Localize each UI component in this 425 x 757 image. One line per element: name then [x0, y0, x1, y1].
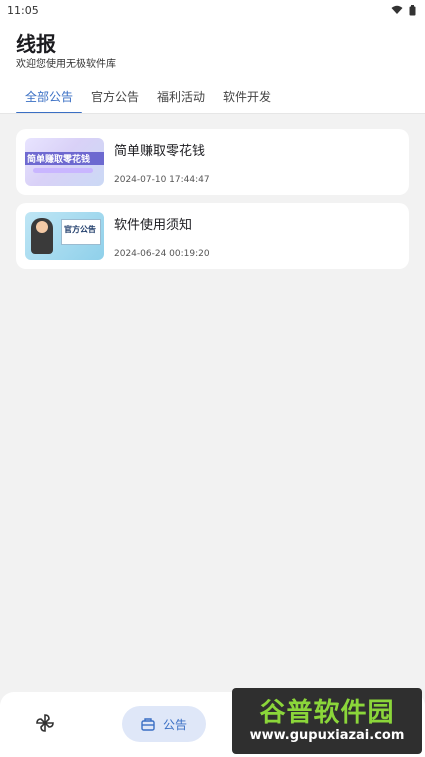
- post-body: 软件使用须知 2024-06-24 00:19:20: [114, 212, 400, 260]
- thumbnail-stripe: [33, 168, 93, 173]
- thumbnail-text: 官方公告: [64, 225, 96, 234]
- wifi-icon: [391, 5, 403, 14]
- tab-all[interactable]: 全部公告: [16, 86, 83, 114]
- post-date: 2024-06-24 00:19:20: [114, 249, 210, 259]
- status-icons: [391, 4, 416, 16]
- post-thumbnail: 官方公告: [25, 212, 104, 260]
- notice-box-icon: [141, 717, 155, 731]
- post-title: 软件使用须知: [114, 218, 193, 233]
- thumbnail-face: [36, 221, 48, 233]
- battery-icon: [409, 4, 416, 15]
- tab-bar: 全部公告 官方公告 福利活动 软件开发: [16, 86, 280, 114]
- status-bar: 11:05: [0, 0, 425, 20]
- tab-welfare[interactable]: 福利活动: [148, 86, 214, 114]
- page-subtitle: 欢迎您使用无极软件库: [16, 59, 116, 70]
- nav-notice-button[interactable]: 公告: [122, 706, 206, 742]
- tab-official[interactable]: 官方公告: [82, 86, 148, 114]
- post-card[interactable]: 简单赚取零花钱 简单赚取零花钱 2024-07-10 17:44:47: [16, 129, 409, 195]
- post-title: 简单赚取零花钱: [114, 144, 206, 159]
- watermark-title: 谷普软件园: [259, 698, 395, 728]
- post-card[interactable]: 官方公告 软件使用须知 2024-06-24 00:19:20: [16, 203, 409, 269]
- nav-notice-label: 公告: [162, 717, 187, 732]
- site-watermark: 谷普软件园 www.gupuxiazai.com: [232, 688, 422, 754]
- post-body: 简单赚取零花钱 2024-07-10 17:44:47: [114, 138, 400, 186]
- status-time: 11:05: [7, 3, 39, 17]
- watermark-url: www.gupuxiazai.com: [249, 728, 405, 743]
- post-thumbnail: 简单赚取零花钱: [25, 138, 104, 186]
- page-title: 线报: [16, 32, 56, 56]
- header-divider: [0, 113, 425, 114]
- thumbnail-text: 简单赚取零花钱: [27, 155, 91, 165]
- tab-dev[interactable]: 软件开发: [214, 86, 280, 114]
- pinwheel-icon[interactable]: [34, 712, 56, 734]
- post-list: 简单赚取零花钱 简单赚取零花钱 2024-07-10 17:44:47 官方公告…: [16, 129, 409, 277]
- top-header: 11:05 线报 欢迎您使用无极软件库 全部公告 官方公告 福利活动 软件开发: [0, 0, 425, 114]
- post-date: 2024-07-10 17:44:47: [114, 175, 210, 185]
